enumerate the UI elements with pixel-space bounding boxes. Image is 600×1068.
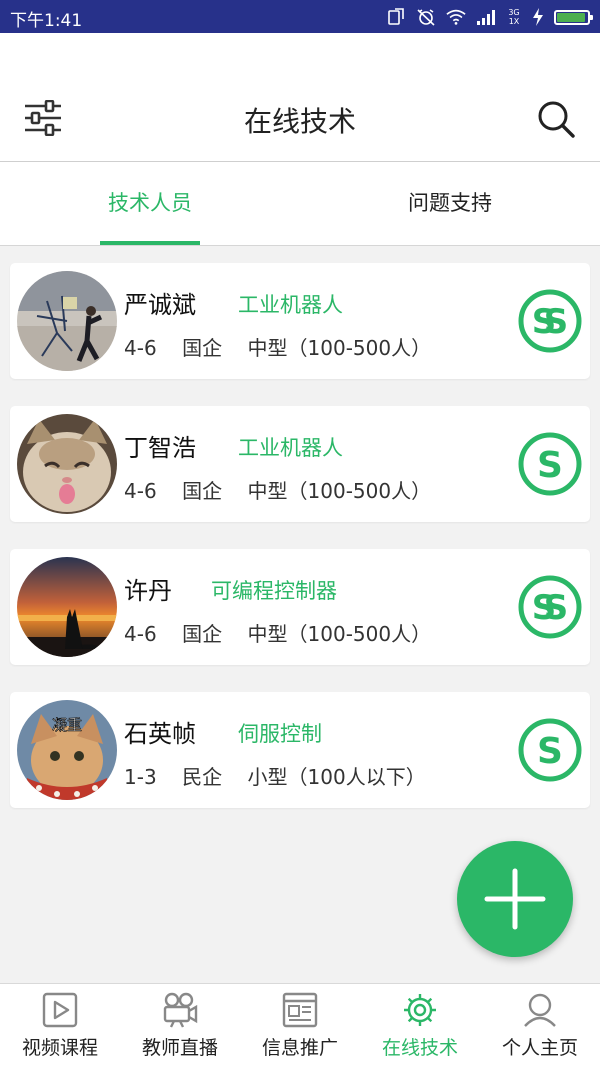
s-icon[interactable]: S — [518, 432, 582, 496]
nav-item-teacher-live[interactable]: 教师直播 — [120, 984, 240, 1068]
technician-name: 丁智浩 — [124, 434, 196, 462]
signal-icon — [477, 10, 495, 25]
avatar — [17, 414, 117, 514]
screen-rotate-icon — [388, 8, 404, 25]
technician-meta: 4-6 国企 中型（100-500人） — [124, 336, 432, 360]
tab-problem-support[interactable]: 问题支持 — [300, 162, 600, 245]
video-icon — [42, 992, 78, 1028]
double-s-icon[interactable]: S S — [518, 575, 582, 639]
network-type: 3G 1X — [508, 8, 520, 26]
plus-icon — [484, 868, 546, 930]
technician-card[interactable]: 许丹 可编程控制器 4-6 国企 中型（100-500人） S S — [10, 549, 590, 665]
camera-icon — [163, 992, 198, 1028]
status-time: 下午1:41 — [10, 11, 83, 31]
status-bar: 下午1:41 3G 1X — [0, 0, 600, 33]
nav-label: 在线技术 — [381, 1037, 458, 1059]
tab-label: 问题支持 — [408, 191, 492, 215]
nav-item-video-courses[interactable]: 视频课程 — [0, 984, 120, 1068]
technician-field: 工业机器人 — [238, 293, 343, 317]
app-header: 在线技术 — [0, 33, 600, 162]
technician-field: 可编程控制器 — [211, 579, 337, 603]
nav-label: 信息推广 — [261, 1037, 338, 1059]
nav-label: 教师直播 — [141, 1037, 218, 1059]
nav-label: 个人主页 — [501, 1037, 578, 1059]
technician-name: 严诚斌 — [124, 291, 196, 319]
technician-field: 伺服控制 — [238, 722, 322, 746]
tab-label: 技术人员 — [108, 191, 192, 215]
avatar-caption: 凝重 — [52, 716, 82, 734]
avatar — [17, 271, 117, 371]
add-button[interactable] — [457, 841, 573, 957]
technician-card[interactable]: 严诚斌 工业机器人 4-6 国企 中型（100-500人） S S — [10, 263, 590, 379]
svg-text:S: S — [537, 731, 563, 772]
nav-item-profile[interactable]: 个人主页 — [480, 984, 600, 1068]
technician-name: 许丹 — [124, 577, 172, 605]
wifi-icon — [446, 9, 466, 25]
nav-item-info-promo[interactable]: 信息推广 — [240, 984, 360, 1068]
bottom-nav: 视频课程 教师直播 信息推广 在线技术 个人主页 — [0, 983, 600, 1068]
technician-card[interactable]: 丁智浩 工业机器人 4-6 国企 中型（100-500人） S — [10, 406, 590, 522]
status-icons: 3G 1X — [386, 6, 593, 28]
technician-meta: 4-6 国企 中型（100-500人） — [124, 479, 432, 503]
technician-name: 石英帧 — [124, 720, 196, 748]
alarm-off-icon — [417, 9, 435, 26]
avatar — [17, 557, 117, 657]
page-title: 在线技术 — [243, 105, 356, 138]
search-icon[interactable] — [536, 99, 576, 139]
user-icon — [524, 993, 556, 1027]
nav-item-online-tech[interactable]: 在线技术 — [360, 984, 480, 1068]
tab-bar: 技术人员 问题支持 — [0, 162, 600, 246]
avatar: 凝重 — [17, 700, 117, 800]
double-s-icon[interactable]: S S — [518, 289, 582, 353]
svg-text:S: S — [544, 302, 569, 342]
svg-text:S: S — [544, 588, 569, 628]
news-icon — [282, 992, 318, 1028]
tab-active-indicator — [100, 241, 200, 245]
technician-field: 工业机器人 — [238, 436, 343, 460]
gear-icon — [404, 994, 436, 1026]
nav-label: 视频课程 — [21, 1037, 98, 1059]
charging-icon — [533, 8, 543, 26]
battery-icon — [554, 9, 593, 25]
technician-card[interactable]: 凝重 石英帧 伺服控制 1-3 民企 小型（100人以下） S — [10, 692, 590, 808]
svg-text:S: S — [537, 445, 563, 486]
tab-technicians[interactable]: 技术人员 — [0, 162, 300, 245]
technician-meta: 1-3 民企 小型（100人以下） — [124, 765, 426, 789]
s-icon[interactable]: S — [518, 718, 582, 782]
technician-meta: 4-6 国企 中型（100-500人） — [124, 622, 432, 646]
